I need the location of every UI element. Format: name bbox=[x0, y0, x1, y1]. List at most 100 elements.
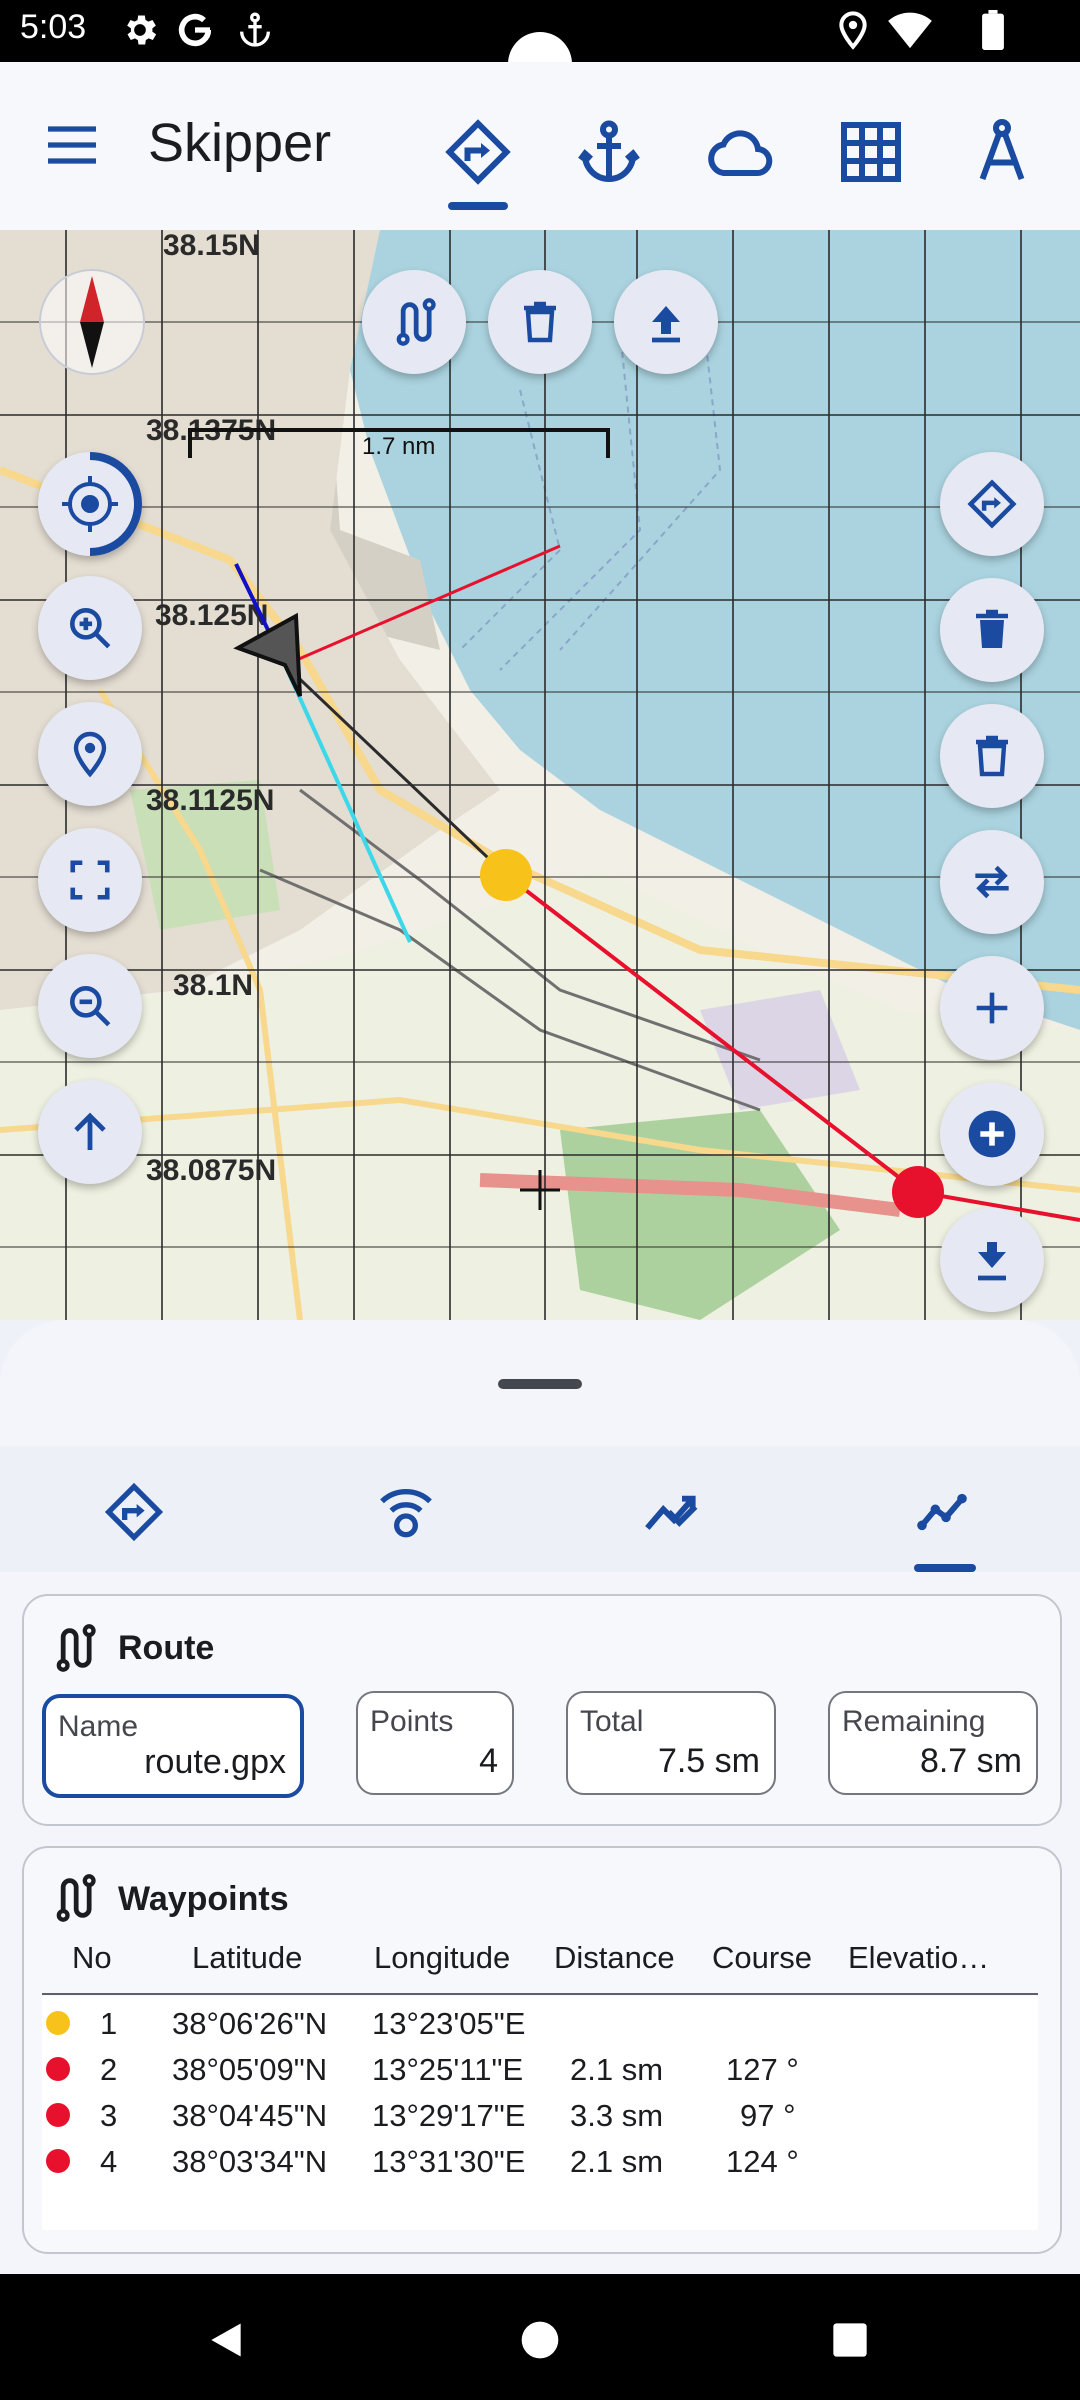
waypoint-color-dot bbox=[46, 2149, 70, 2173]
add-waypoint-fab[interactable] bbox=[940, 1082, 1044, 1186]
north-up-fab[interactable] bbox=[38, 1080, 142, 1184]
waypoint-1-marker[interactable] bbox=[480, 849, 532, 901]
cell-latitude: 38°03'34"N bbox=[172, 2144, 328, 2179]
home-icon[interactable] bbox=[518, 2318, 562, 2362]
column-header[interactable]: Elevatio… bbox=[848, 1940, 989, 1976]
delete-icon bbox=[976, 735, 1008, 777]
zoom-in-fab[interactable] bbox=[38, 576, 142, 680]
chart-map[interactable]: 38.15N 38.1375N 38.125N 38.1125N 38.1N 3… bbox=[0, 230, 1080, 1320]
delete-route-fab[interactable] bbox=[488, 270, 592, 374]
north-up-icon bbox=[74, 1112, 106, 1150]
recents-icon[interactable] bbox=[830, 2320, 870, 2360]
cell-distance: 3.3 sm bbox=[570, 2098, 664, 2133]
field-value: 4 bbox=[479, 1742, 498, 1780]
cell-distance: 2.1 sm bbox=[570, 2052, 664, 2087]
route-icon bbox=[56, 1624, 96, 1672]
reverse-route-fab[interactable] bbox=[940, 830, 1044, 934]
column-header[interactable]: Distance bbox=[554, 1940, 675, 1976]
status-time: 5:03 bbox=[20, 8, 87, 46]
upload-fab[interactable] bbox=[614, 270, 718, 374]
route-icon bbox=[396, 298, 436, 346]
route-nav-fab[interactable] bbox=[940, 452, 1044, 556]
cell-course: 124 ° bbox=[726, 2144, 799, 2179]
zoom-out-icon bbox=[70, 986, 111, 1027]
zoom-out-fab[interactable] bbox=[38, 954, 142, 1058]
cell-latitude: 38°06'26"N bbox=[172, 2006, 328, 2041]
sheet-tab-route-icon[interactable] bbox=[102, 1480, 166, 1544]
lat-label: 38.15N bbox=[163, 230, 260, 262]
menu-icon[interactable] bbox=[48, 125, 96, 165]
cell-distance: 2.1 sm bbox=[570, 2144, 664, 2179]
app-title: Skipper bbox=[148, 113, 332, 173]
delete-point-fab[interactable] bbox=[940, 704, 1044, 808]
waypoint-color-dot bbox=[46, 2057, 70, 2081]
lat-label: 38.1125N bbox=[146, 784, 274, 817]
tab-cloud-icon[interactable] bbox=[704, 116, 776, 188]
google-icon bbox=[178, 13, 212, 47]
route-fab[interactable] bbox=[362, 270, 466, 374]
field-label: Total bbox=[580, 1705, 644, 1738]
map-canvas[interactable]: 38.15N 38.1375N 38.125N 38.1125N 38.1N 3… bbox=[0, 230, 1080, 1320]
sheet-drag-handle[interactable] bbox=[498, 1379, 582, 1389]
sheet-tab-chart-line-icon[interactable] bbox=[914, 1480, 978, 1544]
route-name-field[interactable]: Name route.gpx bbox=[42, 1694, 304, 1798]
settings-icon bbox=[127, 15, 157, 45]
field-value: 7.5 sm bbox=[657, 1742, 760, 1780]
zoom-in-icon bbox=[70, 608, 111, 649]
field-value: route.gpx bbox=[144, 1743, 286, 1781]
column-header[interactable]: Longitude bbox=[374, 1940, 510, 1976]
delete-all-fab[interactable] bbox=[940, 578, 1044, 682]
delete-icon bbox=[524, 301, 556, 343]
pin-fab[interactable] bbox=[38, 702, 142, 806]
waypoint-2-marker[interactable] bbox=[892, 1166, 944, 1218]
lat-label: 38.125N bbox=[155, 599, 268, 632]
wifi-icon bbox=[888, 12, 932, 49]
delete-filled-icon bbox=[976, 609, 1008, 648]
cell-no: 4 bbox=[100, 2144, 118, 2179]
route-card-title: Route bbox=[118, 1629, 215, 1667]
tab-compass-divider-icon[interactable] bbox=[966, 116, 1038, 188]
tab-anchor-icon[interactable] bbox=[573, 116, 645, 188]
route-icon bbox=[967, 479, 1017, 529]
sheet-tab-signal-icon[interactable] bbox=[374, 1480, 438, 1544]
route-points-field: Points 4 bbox=[356, 1691, 514, 1795]
sheet-tab-trend-icon[interactable] bbox=[642, 1480, 706, 1544]
download-fab[interactable] bbox=[940, 1208, 1044, 1312]
cell-latitude: 38°05'09"N bbox=[172, 2052, 328, 2087]
pin-icon bbox=[73, 731, 107, 778]
system-nav-bar bbox=[0, 2274, 1080, 2400]
column-header[interactable]: No bbox=[72, 1940, 112, 1976]
battery-icon bbox=[982, 10, 1004, 50]
route-total-field: Total 7.5 sm bbox=[566, 1691, 776, 1795]
locate-icon bbox=[62, 452, 142, 556]
add-icon bbox=[976, 992, 1008, 1024]
tab-route-icon[interactable] bbox=[442, 116, 514, 188]
download-icon bbox=[978, 1242, 1006, 1281]
column-header[interactable]: Course bbox=[712, 1940, 812, 1976]
cell-longitude: 13°25'11"E bbox=[372, 2052, 524, 2087]
anchor-status-icon bbox=[240, 12, 270, 47]
cell-course: 97 ° bbox=[740, 2098, 796, 2133]
add-point-fab[interactable] bbox=[940, 956, 1044, 1060]
waypoints-card-title: Waypoints bbox=[118, 1880, 289, 1918]
column-header[interactable]: Latitude bbox=[192, 1940, 302, 1976]
scale-label: 1.7 nm bbox=[362, 433, 435, 460]
table-header-divider bbox=[42, 1993, 1038, 1995]
lat-label: 38.0875N bbox=[146, 1154, 276, 1187]
field-label: Remaining bbox=[842, 1705, 986, 1738]
back-icon[interactable] bbox=[204, 2318, 248, 2362]
compass-rose-icon[interactable] bbox=[39, 269, 145, 375]
upload-icon bbox=[652, 306, 680, 343]
cell-no: 3 bbox=[100, 2098, 118, 2133]
field-value: 8.7 sm bbox=[919, 1742, 1022, 1780]
cell-longitude: 13°29'17"E bbox=[372, 2098, 526, 2133]
swap-icon bbox=[975, 865, 1009, 899]
fit-screen-fab[interactable] bbox=[38, 828, 142, 932]
sheet-tab-active-indicator bbox=[914, 1564, 976, 1572]
tab-grid-icon[interactable] bbox=[835, 116, 907, 188]
fit-screen-icon bbox=[70, 860, 110, 900]
cell-latitude: 38°04'45"N bbox=[172, 2098, 328, 2133]
locate-fab[interactable] bbox=[38, 452, 142, 556]
cell-longitude: 13°23'05"E bbox=[372, 2006, 526, 2041]
cell-longitude: 13°31'30"E bbox=[372, 2144, 526, 2179]
